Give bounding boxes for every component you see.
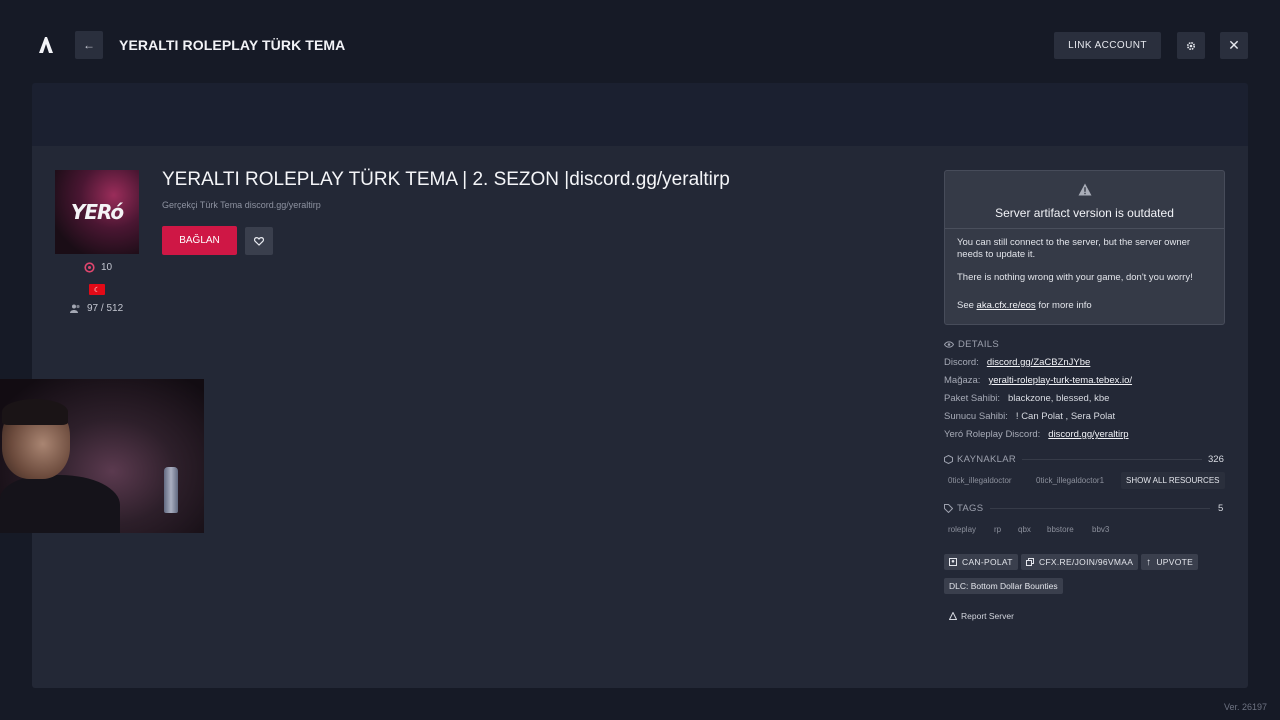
boost-icon xyxy=(84,262,95,273)
warning-line-3: See aka.cfx.re/eos for more info xyxy=(957,300,1215,312)
warning-see-text: See xyxy=(957,300,974,311)
eye-icon xyxy=(944,341,954,348)
streamer-body xyxy=(0,475,120,533)
player-count: 97 / 512 xyxy=(87,303,124,314)
players-stat: 97 / 512 xyxy=(70,303,123,314)
water-bottle xyxy=(164,467,178,513)
warning-title: Server artifact version is outdated xyxy=(995,206,1174,220)
tag-chip[interactable]: roleplay xyxy=(944,521,980,538)
store-link[interactable]: yeralti-roleplay-turk-tema.tebex.io/ xyxy=(988,375,1132,386)
cfx-logo-icon xyxy=(39,37,53,53)
page-title: YERALTI ROLEPLAY TÜRK TEMA xyxy=(119,37,346,53)
close-icon: ✕ xyxy=(1228,37,1240,53)
link-account-button[interactable]: LINK ACCOUNT xyxy=(1054,32,1161,59)
gear-icon xyxy=(1186,41,1196,50)
detail-key: Mağaza: xyxy=(944,375,981,386)
boost-stat: 10 xyxy=(84,262,112,273)
resources-count: 326 xyxy=(1208,454,1224,465)
yero-discord-link[interactable]: discord.gg/yeraltirp xyxy=(1048,429,1128,440)
detail-value: ! Can Polat , Sera Polat xyxy=(1015,411,1116,422)
settings-button[interactable] xyxy=(1177,32,1205,59)
detail-key: Sunucu Sahibi: xyxy=(944,411,1008,422)
boost-count: 10 xyxy=(101,262,113,273)
close-button[interactable]: ✕ xyxy=(1220,32,1248,59)
upvote-button[interactable]: ↑ UPVOTE xyxy=(1141,554,1199,570)
owner-button[interactable]: CAN-POLAT xyxy=(944,554,1018,570)
warning-line-1: You can still connect to the server, but… xyxy=(957,237,1191,260)
users-icon xyxy=(70,304,80,313)
upvote-label: UPVOTE xyxy=(1156,557,1194,567)
server-banner xyxy=(32,83,1248,146)
arrow-up-icon: ↑ xyxy=(1146,556,1152,568)
dlc-badge: DLC: Bottom Dollar Bounties xyxy=(944,578,1063,594)
warning-line-2: There is nothing wrong with your game, d… xyxy=(957,272,1193,283)
arrow-left-icon: ← xyxy=(83,38,95,52)
warning-small-icon xyxy=(949,612,957,620)
tags-label: TAGS xyxy=(957,503,984,514)
tags-heading: TAGS xyxy=(944,503,983,514)
owner-label: CAN-POLAT xyxy=(962,557,1013,567)
details-label: DETAILS xyxy=(958,339,999,350)
warning-icon xyxy=(1078,183,1092,196)
server-description: Gerçekçi Türk Tema discord.gg/yeraltirp xyxy=(162,200,321,210)
resource-chip: 0tick_illegaldoctor xyxy=(948,476,1012,485)
detail-key: Yeró Roleplay Discord: xyxy=(944,429,1041,440)
discord-link[interactable]: discord.gg/ZaCBZnJYbe xyxy=(987,357,1091,368)
tag-chip[interactable]: bbstore xyxy=(1043,521,1078,538)
server-logo-text: YERó xyxy=(70,200,124,224)
tag-icon xyxy=(944,504,953,513)
resources-divider xyxy=(1022,459,1202,460)
detail-row-server-owner: Sunucu Sahibi: ! Can Polat , Sera Polat xyxy=(944,411,1115,422)
streamer-hair xyxy=(2,399,68,425)
detail-key: Discord: xyxy=(944,357,979,368)
tags-divider xyxy=(990,508,1210,509)
join-link-button[interactable]: CFX.RE/JOIN/96VMAA xyxy=(1021,554,1139,570)
report-server-button[interactable]: Report Server xyxy=(949,611,1014,621)
detail-key: Paket Sahibi: xyxy=(944,393,1000,404)
artifact-warning: Server artifact version is outdated You … xyxy=(944,170,1225,325)
detail-value: blackzone, blessed, kbe xyxy=(1007,393,1110,404)
webcam-overlay xyxy=(0,379,204,533)
tags-count: 5 xyxy=(1218,503,1224,514)
detail-row-discord: Discord: discord.gg/ZaCBZnJYbe xyxy=(944,357,1090,368)
join-label: CFX.RE/JOIN/96VMAA xyxy=(1039,557,1134,567)
detail-row-store: Mağaza: yeralti-roleplay-turk-tema.tebex.… xyxy=(944,375,1132,386)
resources-heading: KAYNAKLAR xyxy=(944,454,1016,465)
user-icon xyxy=(949,558,957,566)
connect-button[interactable]: BAĞLAN xyxy=(162,226,237,255)
heart-icon xyxy=(254,236,264,246)
favorite-button[interactable] xyxy=(245,227,273,255)
report-label: Report Server xyxy=(961,611,1014,621)
tag-chip[interactable]: rp xyxy=(990,521,1005,538)
server-logo: YERó xyxy=(55,170,139,254)
detail-row-package-owner: Paket Sahibi: blackzone, blessed, kbe xyxy=(944,393,1109,404)
version-label: Ver. 26197 xyxy=(1224,702,1268,712)
warning-divider xyxy=(945,228,1224,229)
show-all-resources-button[interactable]: SHOW ALL RESOURCES xyxy=(1121,472,1225,489)
details-heading: DETAILS xyxy=(944,339,999,350)
tag-chip[interactable]: qbx xyxy=(1014,521,1035,538)
server-name: YERALTI ROLEPLAY TÜRK TEMA | 2. SEZON |d… xyxy=(162,169,730,190)
warning-after-text: for more info xyxy=(1038,300,1092,311)
resources-label: KAYNAKLAR xyxy=(957,454,1017,465)
eos-link[interactable]: aka.cfx.re/eos xyxy=(977,300,1036,311)
back-button[interactable]: ← xyxy=(75,31,103,59)
copy-icon xyxy=(1026,558,1034,566)
resource-chip: 0tick_illegaldoctor1 xyxy=(1036,476,1105,485)
turkey-flag-icon: ☾ xyxy=(89,284,105,295)
tag-chip[interactable]: bbv3 xyxy=(1088,521,1113,538)
cube-icon xyxy=(944,455,953,464)
detail-row-yero-discord: Yeró Roleplay Discord: discord.gg/yeralti… xyxy=(944,429,1129,440)
